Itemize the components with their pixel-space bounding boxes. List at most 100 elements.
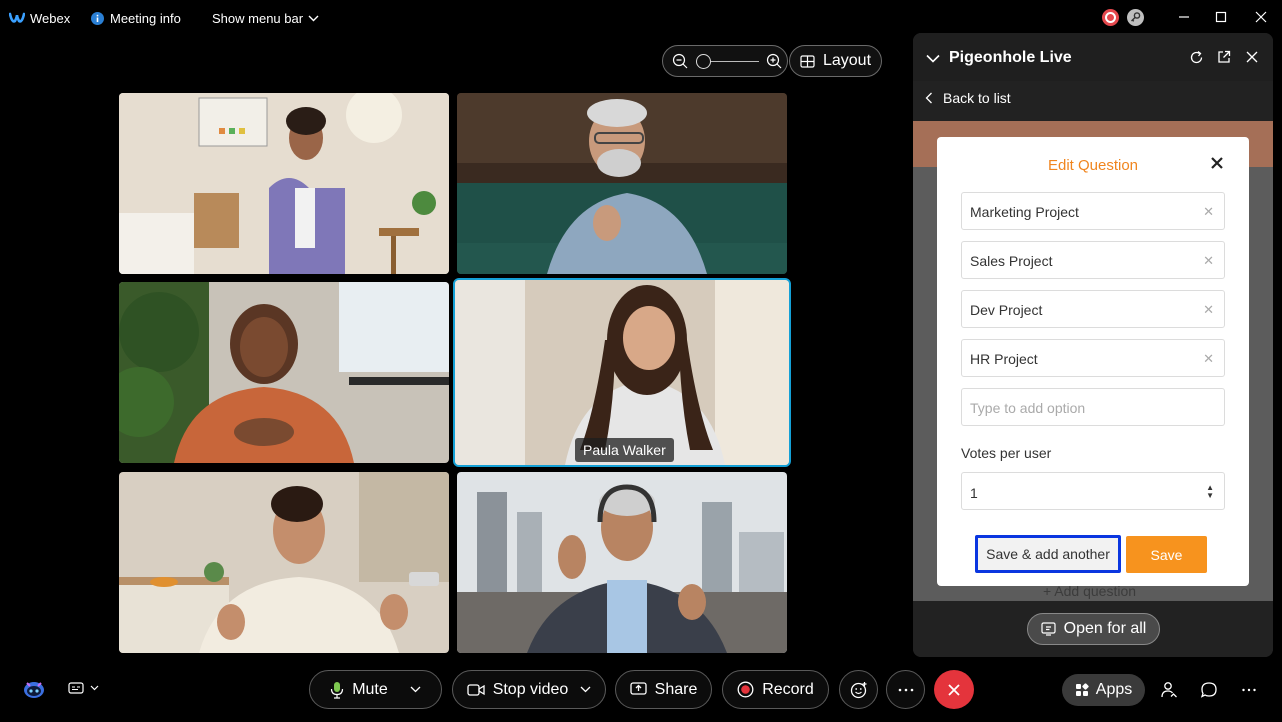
option-field[interactable]: Marketing Project ✕ bbox=[961, 192, 1225, 230]
option-field[interactable]: HR Project ✕ bbox=[961, 339, 1225, 377]
more-dots-icon bbox=[898, 688, 913, 691]
save-and-add-another-button[interactable]: Save & add another bbox=[975, 535, 1121, 573]
record-label: Record bbox=[762, 680, 814, 698]
video-zoom-control[interactable] bbox=[662, 45, 788, 77]
participant-video-tile[interactable] bbox=[457, 472, 787, 653]
grid-layout-icon bbox=[800, 54, 815, 68]
back-to-list-label: Back to list bbox=[943, 90, 1011, 106]
participants-icon[interactable] bbox=[1160, 681, 1178, 699]
apps-grid-icon bbox=[1075, 683, 1089, 696]
end-meeting-button[interactable] bbox=[934, 670, 974, 709]
panel-title: Pigeonhole Live bbox=[949, 49, 1072, 66]
close-dialog-icon[interactable] bbox=[1209, 155, 1225, 171]
panel-header: Pigeonhole Live bbox=[913, 33, 1273, 81]
recording-status-icon[interactable] bbox=[1102, 9, 1119, 26]
show-menu-label: Show menu bar bbox=[212, 10, 304, 26]
mute-label: Mute bbox=[352, 680, 388, 698]
zoom-slider-track[interactable] bbox=[703, 61, 759, 62]
edit-question-dialog: Edit Question Marketing Project ✕ Sales … bbox=[937, 137, 1249, 586]
refresh-icon[interactable] bbox=[1189, 50, 1204, 65]
close-icon bbox=[1255, 11, 1267, 23]
participant-video bbox=[457, 93, 787, 274]
microphone-icon bbox=[331, 681, 344, 699]
pop-out-icon[interactable] bbox=[1217, 50, 1231, 64]
option-text: Marketing Project bbox=[970, 204, 1079, 220]
layout-button[interactable]: Layout bbox=[789, 45, 882, 77]
apps-button[interactable]: Apps bbox=[1062, 674, 1145, 706]
option-field[interactable]: Sales Project ✕ bbox=[961, 241, 1225, 279]
chevron-down-icon[interactable] bbox=[580, 686, 591, 693]
more-options-icon[interactable] bbox=[1240, 681, 1258, 699]
participant-video-tile[interactable] bbox=[457, 93, 787, 274]
stop-video-button[interactable]: Stop video bbox=[452, 670, 606, 709]
select-arrows-icon: ▲ ▼ bbox=[1206, 483, 1214, 500]
participant-name-tag: Paula Walker bbox=[575, 438, 674, 462]
stop-video-label: Stop video bbox=[492, 680, 569, 698]
layout-label: Layout bbox=[822, 52, 872, 69]
votes-per-user-value: 1 bbox=[970, 485, 978, 501]
zoom-slider-handle[interactable] bbox=[696, 54, 711, 69]
close-panel-icon[interactable] bbox=[1246, 51, 1258, 63]
record-button[interactable]: Record bbox=[722, 670, 829, 709]
meeting-info-label: Meeting info bbox=[110, 10, 181, 26]
maximize-window-button[interactable] bbox=[1212, 8, 1230, 26]
reactions-button[interactable] bbox=[839, 670, 878, 709]
option-text: HR Project bbox=[970, 351, 1038, 367]
votes-per-user-label: Votes per user bbox=[961, 445, 1052, 461]
more-options-button[interactable] bbox=[886, 670, 925, 709]
option-text: Sales Project bbox=[970, 253, 1053, 269]
show-menu-bar-button[interactable]: Show menu bar bbox=[212, 9, 319, 27]
votes-per-user-select[interactable]: 1 ▲ ▼ bbox=[961, 472, 1225, 510]
end-call-icon bbox=[948, 683, 960, 696]
app-name: Webex bbox=[30, 10, 71, 26]
close-window-button[interactable] bbox=[1252, 8, 1270, 26]
minimize-window-button[interactable] bbox=[1175, 8, 1193, 26]
participant-video bbox=[119, 282, 449, 463]
meeting-info-button[interactable]: Meeting info bbox=[90, 9, 181, 27]
panel-footer: + Add question Open for all bbox=[913, 583, 1273, 657]
remove-option-icon[interactable]: ✕ bbox=[1203, 302, 1214, 318]
zoom-in-icon[interactable] bbox=[766, 53, 782, 69]
video-camera-icon bbox=[467, 683, 485, 696]
emoji-reaction-icon bbox=[850, 681, 866, 698]
participant-video bbox=[119, 472, 449, 653]
remove-option-icon[interactable]: ✕ bbox=[1203, 351, 1214, 367]
participant-video bbox=[119, 93, 449, 274]
participant-video-tile-active[interactable]: Paula Walker bbox=[453, 278, 791, 467]
participant-video-tile[interactable] bbox=[119, 93, 449, 274]
captions-icon bbox=[68, 682, 84, 694]
participant-video-tile[interactable] bbox=[119, 282, 449, 463]
remove-option-icon[interactable]: ✕ bbox=[1203, 253, 1214, 269]
mute-button[interactable]: Mute bbox=[309, 670, 442, 709]
save-button[interactable]: Save bbox=[1126, 536, 1207, 573]
open-for-all-label: Open for all bbox=[1063, 620, 1147, 637]
collapse-chevron-icon[interactable] bbox=[926, 54, 940, 63]
minimize-icon bbox=[1179, 16, 1189, 18]
new-option-placeholder: Type to add option bbox=[970, 400, 1086, 416]
zoom-out-icon[interactable] bbox=[672, 53, 688, 69]
chevron-left-icon bbox=[925, 92, 932, 104]
open-window-icon bbox=[1041, 622, 1056, 636]
share-label: Share bbox=[654, 680, 698, 698]
meeting-info-icon bbox=[91, 11, 104, 25]
chevron-down-icon bbox=[308, 15, 319, 22]
participant-video bbox=[457, 472, 787, 653]
webex-app-menu[interactable]: Webex bbox=[9, 9, 70, 27]
share-button[interactable]: Share bbox=[615, 670, 712, 709]
security-key-icon[interactable] bbox=[1127, 9, 1144, 26]
captions-menu-button[interactable] bbox=[68, 681, 99, 695]
apps-label: Apps bbox=[1095, 681, 1133, 698]
share-screen-icon bbox=[629, 682, 647, 695]
ai-assistant-icon[interactable] bbox=[22, 678, 46, 700]
participant-video-tile[interactable] bbox=[119, 472, 449, 653]
record-icon bbox=[737, 681, 754, 698]
open-for-all-button[interactable]: Open for all bbox=[1027, 613, 1160, 645]
new-option-input[interactable]: Type to add option bbox=[961, 388, 1225, 426]
chevron-down-icon[interactable] bbox=[410, 686, 421, 693]
option-field[interactable]: Dev Project ✕ bbox=[961, 290, 1225, 328]
webex-logo-icon bbox=[9, 12, 25, 23]
remove-option-icon[interactable]: ✕ bbox=[1203, 204, 1214, 220]
option-text: Dev Project bbox=[970, 302, 1043, 318]
chat-icon[interactable] bbox=[1200, 681, 1218, 699]
back-to-list-link[interactable]: Back to list bbox=[925, 90, 1011, 106]
